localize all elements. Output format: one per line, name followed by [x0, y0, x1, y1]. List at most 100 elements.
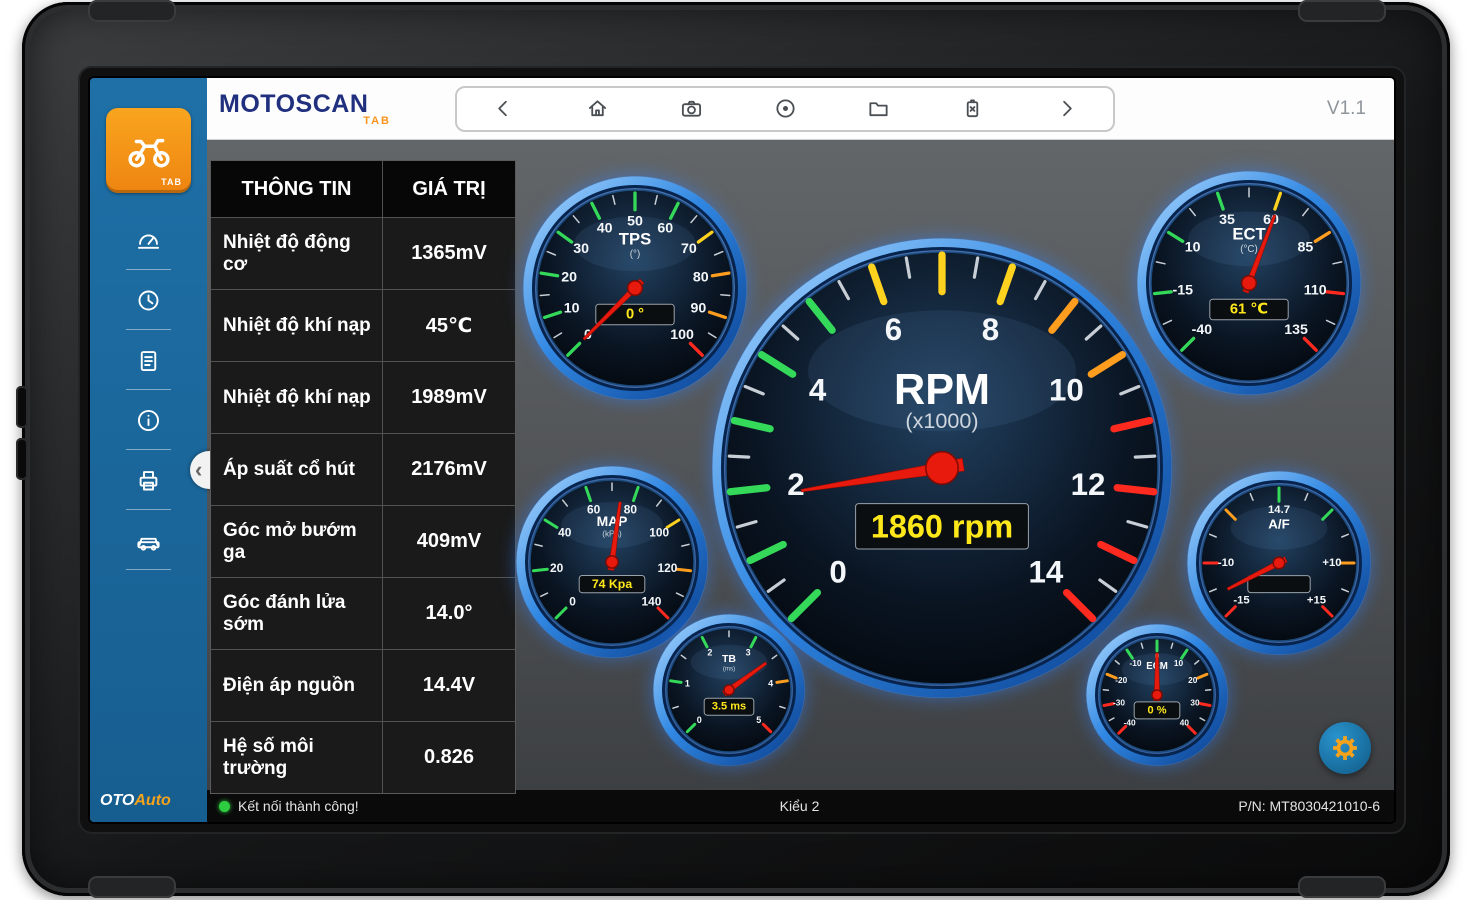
printer-icon — [135, 467, 162, 494]
folder-icon — [867, 97, 890, 120]
svg-text:40: 40 — [558, 525, 572, 539]
svg-text:14.7: 14.7 — [1268, 504, 1290, 516]
svg-text:0 °: 0 ° — [626, 307, 644, 323]
settings-button[interactable] — [1319, 722, 1371, 774]
footer-brand-main: OTO — [100, 792, 134, 809]
bumper — [88, 876, 176, 898]
sidebar-item-printer[interactable] — [90, 450, 207, 510]
svg-text:0: 0 — [829, 554, 846, 589]
svg-text:6: 6 — [885, 312, 902, 347]
volume-button[interactable] — [16, 386, 28, 428]
svg-text:4: 4 — [809, 372, 827, 407]
bumper — [88, 0, 176, 22]
dashboard-icon — [135, 227, 162, 254]
page: TAB OTOAuto MOTOSCAN TAB V1.1 ‹ — [0, 0, 1472, 900]
svg-text:TPS: TPS — [619, 230, 651, 249]
svg-text:(°): (°) — [630, 249, 640, 260]
svg-text:4: 4 — [768, 678, 773, 688]
app-screen: TAB OTOAuto MOTOSCAN TAB V1.1 ‹ — [90, 78, 1394, 822]
nav-back-button[interactable] — [457, 88, 551, 130]
tablet-frame: TAB OTOAuto MOTOSCAN TAB V1.1 ‹ — [22, 2, 1450, 896]
svg-text:(°C): (°C) — [1240, 244, 1258, 255]
svg-text:+10: +10 — [1322, 557, 1341, 569]
connection-status-text: Kết nối thành công! — [238, 798, 359, 814]
tb-gauge: 012345TB(ms)3.5 ms — [641, 602, 817, 778]
topbar: MOTOSCAN TAB V1.1 — [207, 78, 1394, 140]
bumper — [1298, 876, 1386, 898]
main-area: MOTOSCAN TAB V1.1 ‹ THÔNG TIN GIÁ TRỊ Nh… — [207, 78, 1394, 822]
sidebar-item-vehicle[interactable] — [90, 510, 207, 570]
nav-folder-button[interactable] — [832, 88, 926, 130]
svg-text:(x1000): (x1000) — [905, 408, 978, 433]
vehicle-icon — [135, 527, 162, 554]
statusbar: Kết nối thành công! Kiểu 2 P/N: MT803042… — [207, 790, 1394, 822]
svg-text:0 %: 0 % — [1148, 704, 1167, 716]
svg-text:-15: -15 — [1233, 595, 1249, 607]
svg-text:14: 14 — [1028, 554, 1063, 589]
sidebar: TAB OTOAuto — [90, 78, 207, 822]
svg-text:-10: -10 — [1130, 658, 1142, 668]
svg-text:-40: -40 — [1192, 322, 1213, 338]
mode-label: Kiểu 2 — [780, 798, 820, 814]
svg-text:100: 100 — [670, 327, 694, 343]
nav-home-button[interactable] — [551, 88, 645, 130]
nav-forward-button[interactable] — [1019, 88, 1113, 130]
home-icon — [586, 97, 609, 120]
report-icon — [135, 347, 162, 374]
bumper — [1298, 0, 1386, 22]
motorcycle-icon — [123, 125, 175, 177]
svg-text:135: 135 — [1284, 322, 1308, 338]
sidebar-item-history[interactable] — [90, 270, 207, 330]
battery-icon — [961, 97, 984, 120]
svg-text:(ms): (ms) — [723, 665, 735, 672]
camera-icon — [680, 97, 703, 120]
sidebar-item-report[interactable] — [90, 330, 207, 390]
svg-text:85: 85 — [1298, 240, 1314, 256]
svg-text:MAP: MAP — [597, 513, 628, 529]
nav-camera-button[interactable] — [644, 88, 738, 130]
nav-toolbar — [455, 86, 1115, 132]
svg-text:74 Kpa: 74 Kpa — [592, 577, 632, 591]
svg-text:30: 30 — [1190, 698, 1200, 708]
info-icon — [135, 407, 162, 434]
svg-text:1860 rpm: 1860 rpm — [871, 508, 1013, 544]
sidebar-item-info[interactable] — [90, 390, 207, 450]
svg-text:1: 1 — [685, 678, 690, 688]
svg-text:0: 0 — [569, 594, 576, 608]
logo-tab-label: TAB — [161, 177, 182, 187]
svg-text:-10: -10 — [1218, 557, 1234, 569]
sidebar-menu — [90, 210, 207, 570]
history-icon — [135, 287, 162, 314]
svg-text:30: 30 — [573, 241, 589, 257]
nav-battery-button[interactable] — [926, 88, 1020, 130]
svg-text:10: 10 — [1049, 372, 1084, 407]
power-button[interactable] — [16, 438, 28, 480]
back-icon — [492, 97, 515, 120]
svg-text:0: 0 — [697, 715, 702, 725]
svg-text:(kPa): (kPa) — [602, 530, 622, 539]
svg-text:20: 20 — [550, 561, 564, 575]
connection-status-dot — [219, 801, 230, 812]
svg-text:+15: +15 — [1307, 595, 1326, 607]
part-number: P/N: MT8030421010-6 — [819, 798, 1380, 814]
sidebar-item-dashboard[interactable] — [90, 210, 207, 270]
svg-text:-20: -20 — [1115, 675, 1127, 685]
svg-text:100: 100 — [649, 525, 669, 539]
ecm-gauge: -40-30-20-10010203040ECM0 % — [1074, 612, 1240, 778]
svg-text:61 ℃: 61 ℃ — [1230, 302, 1268, 318]
svg-text:10: 10 — [1174, 658, 1184, 668]
svg-text:3.5 ms: 3.5 ms — [712, 701, 746, 713]
svg-text:A/F: A/F — [1268, 517, 1289, 532]
app-logo[interactable]: TAB — [106, 108, 191, 193]
svg-text:60: 60 — [657, 221, 673, 237]
footer-brand-accent: Auto — [134, 792, 170, 809]
record-icon — [774, 97, 797, 120]
svg-text:40: 40 — [597, 221, 613, 237]
svg-text:3: 3 — [746, 647, 751, 657]
svg-text:ECT: ECT — [1232, 225, 1266, 244]
svg-text:-40: -40 — [1124, 717, 1136, 727]
nav-record-button[interactable] — [738, 88, 832, 130]
svg-text:8: 8 — [982, 312, 999, 347]
forward-icon — [1055, 97, 1078, 120]
connection-status: Kết nối thành công! — [219, 798, 780, 814]
